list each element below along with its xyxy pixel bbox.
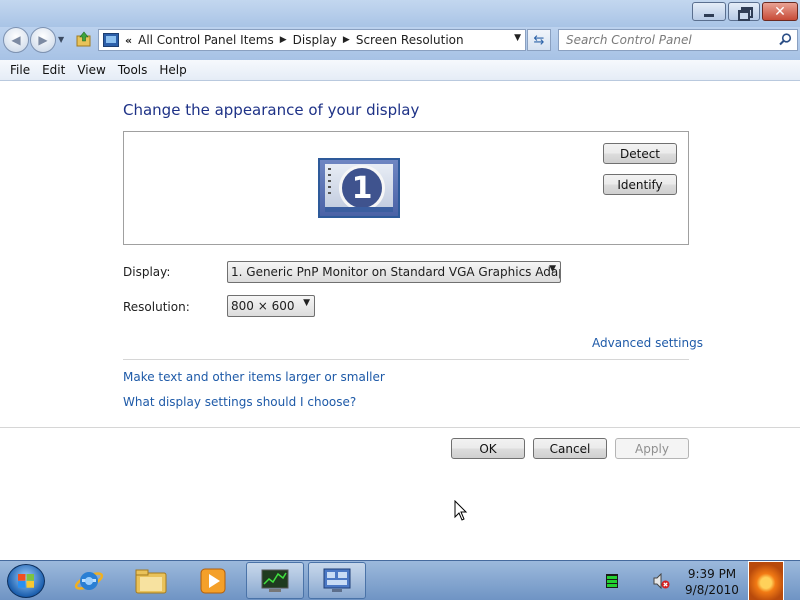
monitor-number-badge: 1	[339, 165, 385, 211]
restore-icon	[738, 6, 753, 21]
ok-button[interactable]: OK	[451, 438, 525, 459]
breadcrumb-separator-icon[interactable]: ▶	[280, 35, 287, 45]
menu-tools[interactable]: Tools	[112, 63, 154, 77]
volume-muted-icon[interactable]	[652, 573, 670, 589]
address-bar[interactable]: « All Control Panel Items ▶ Display ▶ Sc…	[98, 29, 526, 51]
text-size-link[interactable]: Make text and other items larger or smal…	[123, 370, 385, 384]
identify-button[interactable]: Identify	[603, 174, 677, 195]
advanced-settings-link[interactable]: Advanced settings	[592, 336, 703, 350]
menu-help[interactable]: Help	[153, 63, 192, 77]
breadcrumb-display[interactable]: Display	[293, 33, 337, 47]
screen-resolution-panel: Change the appearance of your display 1 …	[0, 81, 800, 560]
display-select-value: 1. Generic PnP Monitor on Standard VGA G…	[231, 265, 561, 279]
search-box[interactable]	[558, 29, 798, 51]
divider	[0, 427, 800, 428]
breadcrumb-all-control-panel-items[interactable]: All Control Panel Items	[138, 33, 274, 47]
title-bar: ✕	[0, 0, 800, 27]
breadcrumb-screen-resolution[interactable]: Screen Resolution	[356, 33, 464, 47]
monitor-taskbar-decor	[325, 207, 393, 212]
forward-arrow-icon: ▶	[38, 33, 48, 47]
display-settings-icon	[323, 568, 351, 592]
close-button[interactable]: ✕	[762, 2, 798, 21]
detect-button[interactable]: Detect	[603, 143, 677, 164]
breadcrumb-separator-icon[interactable]: ▶	[343, 35, 350, 45]
desktop-icons-decor	[328, 168, 331, 198]
restore-button[interactable]	[728, 2, 760, 21]
show-desktop-button[interactable]	[748, 561, 784, 600]
mouse-cursor-icon	[454, 500, 468, 521]
menu-bar: File Edit View Tools Help	[0, 60, 800, 81]
back-button[interactable]: ◀	[3, 27, 29, 53]
close-icon: ✕	[774, 3, 786, 20]
internet-explorer-icon	[74, 571, 104, 590]
clock-time: 9:39 PM	[687, 567, 737, 581]
search-input[interactable]	[559, 30, 769, 50]
taskbar-internet-explorer[interactable]	[60, 562, 118, 599]
taskbar-media-player[interactable]	[184, 562, 242, 599]
navigation-bar: ◀ ▶ ▼ « All Control Panel Items ▶ Displa…	[0, 27, 800, 60]
display-help-link[interactable]: What display settings should I choose?	[123, 395, 356, 409]
search-icon[interactable]	[779, 33, 792, 46]
cancel-button[interactable]: Cancel	[533, 438, 607, 459]
page-title: Change the appearance of your display	[123, 101, 420, 119]
refresh-icon: ⇆	[533, 32, 545, 48]
monitor-app-icon	[261, 569, 289, 592]
monitor-screen: 1	[325, 164, 393, 212]
divider	[123, 359, 689, 360]
control-panel-icon	[103, 33, 119, 47]
display-label: Display:	[123, 265, 171, 279]
apply-button[interactable]: Apply	[615, 438, 689, 459]
resolution-select-value: 800 × 600	[231, 299, 295, 313]
refresh-button[interactable]: ⇆	[527, 29, 551, 51]
monitor-1-preview[interactable]: 1	[318, 158, 400, 218]
taskbar-display-settings[interactable]	[308, 562, 366, 599]
minimize-button[interactable]	[692, 2, 726, 21]
media-player-icon	[200, 568, 226, 593]
start-button[interactable]	[7, 564, 45, 598]
folder-icon	[135, 569, 167, 593]
network-icon[interactable]	[606, 574, 618, 588]
minimize-icon	[704, 14, 714, 17]
menu-edit[interactable]: Edit	[36, 63, 71, 77]
back-arrow-icon: ◀	[11, 33, 21, 47]
clock-date: 9/8/2010	[685, 583, 739, 597]
menu-file[interactable]: File	[4, 63, 36, 77]
resolution-label: Resolution:	[123, 300, 190, 314]
monitor-preview-area: 1 Detect Identify	[123, 131, 689, 245]
display-select[interactable]: 1. Generic PnP Monitor on Standard VGA G…	[227, 261, 561, 283]
address-dropdown-icon[interactable]: ▼	[514, 33, 521, 43]
system-clock[interactable]: 9:39 PM 9/8/2010	[680, 566, 744, 598]
taskbar-windows-explorer[interactable]	[122, 562, 180, 599]
menu-view[interactable]: View	[71, 63, 111, 77]
chevron-down-icon: ▼	[303, 298, 310, 308]
breadcrumb-overflow[interactable]: «	[125, 34, 132, 47]
resolution-select[interactable]: 800 × 600 ▼	[227, 295, 315, 317]
chevron-down-icon: ▼	[549, 264, 556, 274]
taskbar-performance-monitor[interactable]	[246, 562, 304, 599]
forward-button[interactable]: ▶	[30, 27, 56, 53]
up-folder-icon[interactable]	[76, 31, 92, 47]
taskbar: 9:39 PM 9/8/2010	[0, 560, 800, 600]
recent-pages-dropdown[interactable]: ▼	[58, 35, 64, 44]
